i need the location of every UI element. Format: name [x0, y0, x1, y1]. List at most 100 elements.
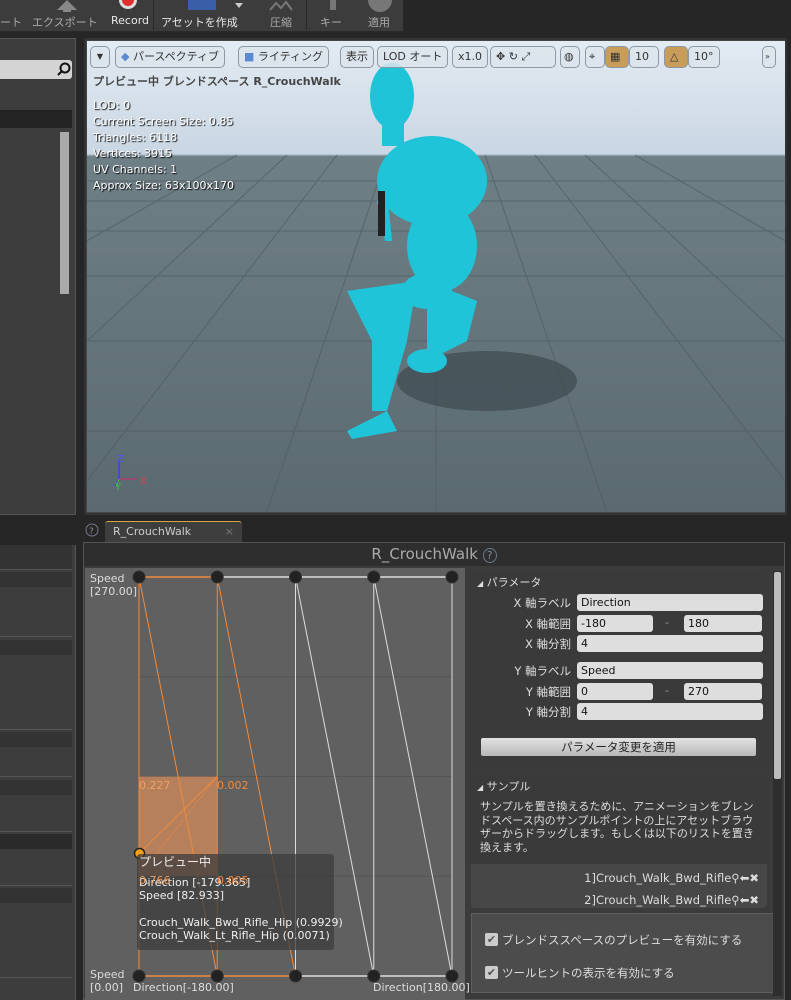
enable-tooltip-label[interactable]: ツールヒントの表示を有効にする [502, 965, 675, 981]
samples-description: サンプルを置き換えるために、アニメーションをブレンドスペース内のサンプルポイント… [480, 800, 754, 854]
lighting-label: ライティング [257, 50, 324, 63]
stat-triangles: Triangles: 6118 [93, 131, 178, 144]
sample-row[interactable]: 2]Crouch_Walk_Bwd_Rifle⚲⬅✖ [584, 893, 759, 907]
preview-viewport[interactable]: Z Y X ▼ ◆ パースペクティブ ■ ライティング 表示 LOD オート x… [87, 41, 785, 512]
x-axis-range-label: X 軸範囲 [524, 617, 571, 631]
rotation-snap-toggle[interactable]: △ [664, 46, 688, 68]
grid-icon: ▦ [610, 50, 621, 63]
lod-button[interactable]: LOD オート [377, 46, 449, 68]
help-icon[interactable]: ? [482, 548, 497, 563]
clear-icon[interactable]: ✖ [749, 871, 759, 885]
x-axis-label-input[interactable]: Direction [577, 594, 763, 611]
y-axis-min-input[interactable]: 0 [577, 683, 653, 700]
playback-speed-button[interactable]: x1.0 [452, 46, 489, 68]
x-axis-min-input[interactable]: -180 [577, 615, 653, 632]
globe-icon: ◍ [564, 50, 574, 63]
help-icon[interactable]: ? [85, 523, 99, 537]
surface-snap-button[interactable]: ⌖ [585, 46, 605, 68]
sample-point[interactable] [210, 570, 224, 584]
enable-tooltip-checkbox[interactable]: ✔ [485, 966, 498, 979]
sample-point[interactable] [367, 570, 381, 584]
compress-button[interactable]: 圧縮 [270, 14, 292, 30]
apply-parameters-button[interactable]: パラメータ変更を適用 [481, 738, 756, 756]
toolbar-item-partial[interactable]: ート [0, 14, 22, 30]
preview-title: プレビュー中 ブレンドスペース R_CrouchWalk [93, 75, 341, 88]
tooltip-anim-1: Crouch_Walk_Bwd_Rifle_Hip (0.9929) [139, 915, 343, 929]
toolbar-divider [153, 0, 154, 30]
y-axis-label-input[interactable]: Speed [577, 662, 763, 679]
grid-snap-value[interactable]: 10 [629, 46, 659, 68]
tooltip-speed: Speed [82.933] [139, 889, 225, 902]
tooltip-title: プレビュー中 [139, 855, 212, 869]
toolbar-overflow-button[interactable]: » [762, 46, 776, 68]
x-axis-divisions-label: X 軸分割 [524, 637, 571, 651]
snap-icon: ⌖ [589, 50, 596, 63]
stat-lod: LOD: 0 [93, 99, 131, 112]
tooltip-anim-2: Crouch_Walk_Lt_Rifle_Hip (0.0071) [139, 929, 330, 942]
lighting-icon: ■ [244, 50, 255, 63]
rotation-snap-value[interactable]: 10° [688, 46, 720, 68]
close-icon[interactable]: × [225, 525, 234, 538]
perspective-icon: ◆ [121, 50, 130, 63]
weight-bottom-right: 0.005 [217, 874, 249, 887]
details-scrollbar-thumb[interactable] [774, 572, 781, 779]
move-icon: ✥ [496, 50, 506, 63]
axis-x-label: X [140, 476, 147, 487]
world-local-toggle[interactable]: ◍ [560, 46, 580, 68]
x-axis-max-input[interactable]: 180 [684, 615, 762, 632]
samples-header[interactable]: ◢ サンプル [477, 778, 530, 794]
transform-tools[interactable]: ✥ ↻ ⤢ [490, 46, 556, 68]
axis-z-label: Z [117, 454, 124, 465]
samples-section: ◢ サンプル サンプルを置き換えるために、アニメーションをブレンドスペース内のサ… [471, 776, 767, 908]
create-asset-button[interactable]: アセットを作成 [161, 14, 238, 30]
range-dash: - [665, 684, 669, 697]
show-button[interactable]: 表示 [340, 46, 374, 68]
search-icon [57, 62, 71, 76]
sample-point[interactable] [289, 570, 302, 584]
x-axis-max-label: Direction[180.00] [373, 981, 470, 994]
x-axis-min-label: Direction[-180.00] [133, 981, 234, 994]
viewport-options-button[interactable]: ▼ [90, 46, 110, 68]
enable-preview-label[interactable]: ブレンドススペースのプレビューを有効にする [502, 932, 742, 948]
use-selected-icon[interactable]: ⬅ [740, 871, 750, 885]
grid-snap-toggle[interactable]: ▦ [605, 46, 629, 68]
enable-preview-checkbox[interactable]: ✔ [485, 933, 498, 946]
search-input[interactable] [0, 60, 72, 79]
apply-button[interactable]: 適用 [368, 14, 390, 30]
parameters-header[interactable]: ◢ パラメータ [477, 574, 541, 590]
editor-title: R_CrouchWalk ? [84, 543, 784, 566]
sample-point[interactable] [289, 969, 302, 983]
samples-list: 1]Crouch_Walk_Bwd_Rifle⚲⬅✖ 2]Crouch_Walk… [471, 864, 767, 908]
clear-icon[interactable]: ✖ [749, 893, 759, 907]
main-toolbar: ート エクスポート Record アセットを作成 圧縮 キー 適用 [0, 0, 403, 32]
y-axis-range-label: Y 軸範囲 [525, 685, 571, 699]
toolbar-divider [306, 0, 307, 30]
y-axis-max-input[interactable]: 270 [684, 683, 762, 700]
blendspace-grid[interactable]: Speed [270.00] Speed [0.00] Direction[-180… [85, 568, 470, 1000]
list-header [0, 110, 72, 128]
export-icon [57, 0, 77, 12]
perspective-button[interactable]: ◆ パースペクティブ [115, 46, 225, 68]
weight-top-left: 0.227 [139, 779, 171, 792]
browse-icon[interactable]: ⚲ [731, 893, 739, 907]
y-axis-divisions-input[interactable]: 4 [577, 703, 763, 720]
stat-approx-size: Approx Size: 63x100x170 [93, 179, 234, 192]
tab-r-crouchwalk[interactable]: R_CrouchWalk × [105, 521, 242, 542]
axis-y-label: Y [115, 482, 122, 493]
sample-row[interactable]: 1]Crouch_Walk_Bwd_Rifle⚲⬅✖ [584, 871, 759, 885]
angle-icon: △ [670, 50, 679, 63]
use-selected-icon[interactable]: ⬅ [740, 893, 750, 907]
scene [87, 63, 785, 512]
sample-point[interactable] [445, 570, 459, 584]
export-button[interactable]: エクスポート [32, 14, 98, 30]
x-axis-divisions-input[interactable]: 4 [577, 635, 763, 652]
lighting-button[interactable]: ■ ライティング [238, 46, 330, 68]
key-button[interactable]: キー [320, 14, 342, 30]
compress-icon [269, 0, 293, 11]
preview-options: ✔ ブレンドススペースのプレビューを有効にする ✔ ツールヒントの表示を有効にす… [471, 913, 778, 993]
browse-icon[interactable]: ⚲ [731, 871, 739, 885]
record-button[interactable]: Record [111, 14, 149, 27]
scrollbar-thumb[interactable] [60, 132, 69, 294]
rotate-icon: ↻ [508, 50, 518, 63]
stat-vertices: Vertices: 3915 [93, 147, 173, 160]
